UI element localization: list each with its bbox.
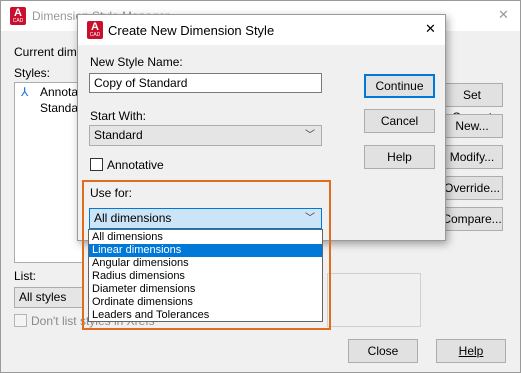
dropdown-option[interactable]: Radius dimensions (89, 270, 322, 283)
set-current-button[interactable]: Set Current (441, 83, 503, 124)
dialog-logo-icon: A CAD (87, 21, 103, 39)
compare-button[interactable]: Compare... (441, 207, 503, 231)
app-logo-icon: A CAD (10, 7, 26, 25)
parent-close-icon[interactable]: ✕ (498, 7, 509, 23)
dont-list-checkbox[interactable] (14, 314, 27, 327)
close-button[interactable]: Close (348, 339, 418, 363)
parent-help-button[interactable]: Help (436, 339, 506, 363)
style-item[interactable]: Standar (40, 101, 82, 115)
dialog-title: Create New Dimension Style (108, 23, 275, 38)
override-button[interactable]: Override... (441, 176, 503, 200)
start-with-label: Start With: (90, 109, 147, 123)
continue-button[interactable]: Continue (364, 74, 435, 98)
new-style-name-input[interactable]: Copy of Standard (89, 73, 322, 93)
dropdown-option[interactable]: All dimensions (89, 231, 322, 244)
dropdown-option[interactable]: Diameter dimensions (89, 283, 322, 296)
dropdown-option[interactable]: Ordinate dimensions (89, 296, 322, 309)
new-button[interactable]: New... (441, 114, 503, 138)
dialog-help-button[interactable]: Help (364, 145, 435, 169)
chevron-down-icon: ﹀ (305, 130, 315, 141)
styles-label: Styles: (14, 66, 51, 80)
description-box (327, 273, 421, 327)
dropdown-option[interactable]: Leaders and Tolerances (89, 309, 322, 322)
cancel-button[interactable]: Cancel (364, 109, 435, 133)
annotative-style-icon: ⅄ (21, 85, 29, 99)
new-style-name-label: New Style Name: (90, 55, 183, 69)
dialog-close-icon[interactable]: ✕ (425, 21, 436, 37)
dropdown-option-selected[interactable]: Linear dimensions (89, 244, 322, 257)
list-filter-select[interactable]: All styles (14, 287, 84, 308)
list-label: List: (14, 269, 37, 283)
styles-listbox[interactable]: ⅄ Annotati Standar (14, 82, 84, 263)
modify-button[interactable]: Modify... (441, 145, 503, 169)
start-with-select[interactable]: Standard ﹀ (89, 125, 322, 146)
annotative-label: Annotative (107, 158, 164, 172)
use-for-dropdown-list[interactable]: All dimensions Linear dimensions Angular… (88, 229, 323, 322)
annotative-checkbox[interactable] (90, 158, 103, 171)
dialog-titlebar: A CAD Create New Dimension Style ✕ (78, 15, 445, 45)
dropdown-option[interactable]: Angular dimensions (89, 257, 322, 270)
